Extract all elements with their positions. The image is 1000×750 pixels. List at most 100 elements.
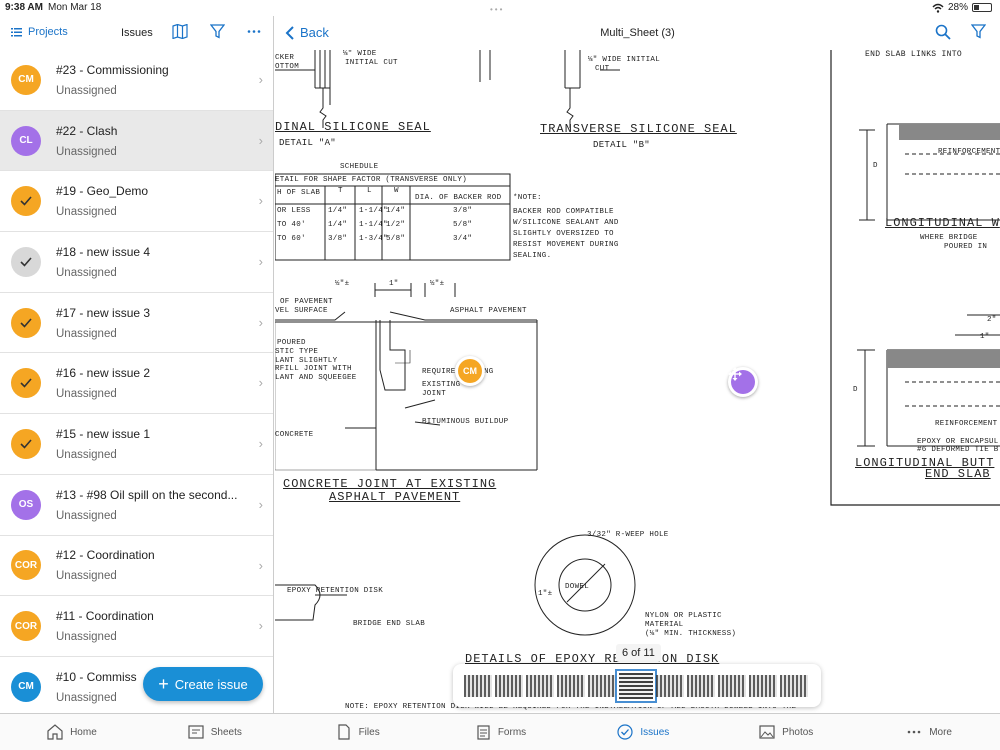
- sheet-thumbnail[interactable]: [718, 674, 746, 697]
- sheet-thumbnail[interactable]: [526, 674, 554, 697]
- list-icon: [11, 28, 22, 37]
- new-issue-pin[interactable]: [728, 367, 758, 405]
- issue-avatar: CM: [11, 64, 41, 95]
- dim-d-2: D: [853, 386, 858, 394]
- tab-sheets[interactable]: Sheets: [143, 714, 286, 750]
- schedule-cell: 1/4": [386, 207, 406, 215]
- issue-name: #12 - Coordination: [56, 548, 155, 563]
- issue-assignee: Unassigned: [56, 84, 117, 97]
- sheet-canvas[interactable]: CKER OTTOM ⅛" WIDE INITIAL CUT ⅛" WIDE I…: [275, 50, 1000, 713]
- create-issue-label: Create issue: [174, 676, 248, 692]
- sidebar-title: Issues: [121, 27, 153, 39]
- sheet-thumbnail-strip[interactable]: [453, 664, 821, 707]
- label-ottom: OTTOM: [275, 63, 300, 71]
- note-label: *NOTE:: [513, 194, 542, 202]
- schedule-cell: 3/8": [453, 207, 473, 215]
- schedule-cell: 5/8": [453, 221, 473, 229]
- label-initial-cut-a: INITIAL CUT: [345, 59, 398, 67]
- tab-files[interactable]: Files: [286, 714, 429, 750]
- issue-list-item[interactable]: #19 - Geo_Demo Unassigned ›: [0, 171, 273, 233]
- tab-more[interactable]: More: [857, 714, 1000, 750]
- note-line: RESIST MOVEMENT DURING: [513, 241, 619, 249]
- issue-assignee: Unassigned: [56, 145, 117, 158]
- tab-label: Forms: [497, 726, 527, 738]
- filter-icon[interactable]: [210, 24, 225, 39]
- schedule-cell: 3/8": [328, 235, 348, 243]
- dim-one-1: 1": [389, 280, 399, 288]
- issue-list-item[interactable]: COR #12 - Coordination Unassigned ›: [0, 536, 273, 597]
- sheet-thumbnail[interactable]: [656, 674, 684, 697]
- label-epoxy-retention: EPOXY RETENTION DISK: [287, 587, 384, 595]
- projects-button[interactable]: Projects: [11, 26, 68, 38]
- issue-pin-cm[interactable]: CM: [455, 356, 485, 394]
- issue-list-item[interactable]: OS #13 - #98 Oil spill on the second... Un…: [0, 475, 273, 536]
- issue-name: #18 - new issue 4: [56, 244, 151, 259]
- issue-text: #12 - Coordination Unassigned: [56, 548, 256, 582]
- more-options-icon[interactable]: [247, 24, 261, 39]
- status-right: 28%: [932, 2, 992, 13]
- schedule-cell: 3/4": [453, 235, 473, 243]
- issue-text: #13 - #98 Oil spill on the second... Unas…: [56, 488, 256, 522]
- schedule-cell: OR LESS: [277, 207, 311, 215]
- tab-photos[interactable]: Photos: [714, 714, 857, 750]
- issue-list: CM #23 - Commissioning Unassigned › CL #22 - …: [0, 50, 273, 713]
- issue-list-item[interactable]: #17 - new issue 3 Unassigned ›: [0, 293, 273, 354]
- sheet-thumbnail[interactable]: [495, 674, 523, 697]
- issue-avatar: COR: [11, 550, 41, 581]
- schedule-cell: 1/2": [386, 221, 406, 229]
- title-end-slab: END SLAB: [925, 467, 991, 481]
- chevron-right-icon: ›: [258, 618, 263, 634]
- multitask-grabber-icon[interactable]: •••: [490, 5, 504, 14]
- tab-label: Home: [70, 726, 97, 738]
- label-cut-b: CUT: [595, 65, 610, 73]
- tab-label: Issues: [640, 726, 670, 738]
- note-line: SLIGHTLY OVERSIZED TO: [513, 230, 614, 238]
- issue-list-item[interactable]: #16 - new issue 2 Unassigned ›: [0, 353, 273, 415]
- sheet-thumbnail[interactable]: [588, 674, 616, 697]
- sheet-thumbnail[interactable]: [749, 674, 777, 697]
- search-icon[interactable]: [935, 24, 951, 40]
- plus-icon: +: [158, 674, 169, 694]
- filter-icon[interactable]: [971, 24, 986, 39]
- issue-assignee: Unassigned: [56, 388, 117, 401]
- chevron-right-icon: ›: [258, 557, 263, 573]
- schedule-title: SCHEDULE: [340, 163, 379, 171]
- schedule-col-dia: DIA. OF BACKER ROD: [415, 194, 502, 202]
- sheet-thumbnail[interactable]: [687, 674, 715, 697]
- tab-forms[interactable]: Forms: [429, 714, 572, 750]
- label-rfill-joint: RFILL JOINT WITH: [275, 365, 352, 373]
- title-longitudinal-w: LONGITUDINAL W: [885, 216, 1000, 230]
- more-icon: [907, 730, 921, 734]
- sheet-thumbnail[interactable]: [557, 674, 585, 697]
- map-icon[interactable]: [172, 24, 188, 39]
- pin-head: [728, 367, 758, 397]
- battery-percent: 28%: [947, 2, 968, 13]
- title-concrete-joint: CONCRETE JOINT AT EXISTING: [283, 477, 497, 491]
- issue-list-item[interactable]: CM #23 - Commissioning Unassigned ›: [0, 50, 273, 111]
- dim-half-2: ½"±: [430, 280, 445, 288]
- create-issue-button[interactable]: + Create issue: [143, 667, 263, 701]
- label-reinforcement-2: REINFORCEMENT: [935, 420, 998, 428]
- issue-assignee: Unassigned: [56, 631, 117, 644]
- label-ng: NG: [484, 368, 494, 376]
- issue-name: #15 - new issue 1: [56, 426, 151, 441]
- issue-list-item[interactable]: #15 - new issue 1 Unassigned ›: [0, 414, 273, 475]
- tab-issues[interactable]: Issues: [571, 714, 714, 750]
- status-check-icon: [11, 186, 41, 217]
- tab-home[interactable]: Home: [0, 714, 143, 750]
- chevron-right-icon: ›: [258, 193, 263, 209]
- sheet-thumbnail[interactable]: [780, 674, 808, 697]
- label-top-right-fragment: END SLAB LINKS INTO: [865, 50, 962, 59]
- sheet-thumbnail[interactable]: [464, 674, 492, 697]
- issue-text: #22 - Clash Unassigned: [56, 124, 256, 158]
- issue-name: #13 - #98 Oil spill on the second...: [56, 487, 238, 502]
- issue-list-item[interactable]: COR #11 - Coordination Unassigned ›: [0, 596, 273, 657]
- title-asphalt-pavement: ASPHALT PAVEMENT: [329, 490, 461, 504]
- issue-list-item[interactable]: #18 - new issue 4 Unassigned ›: [0, 232, 273, 293]
- current-sheet-thumbnail[interactable]: [615, 668, 657, 703]
- issue-list-item[interactable]: CL #22 - Clash Unassigned ›: [0, 110, 273, 172]
- label-bituminous: BITUMINOUS BUILDUP: [422, 418, 509, 426]
- schedule-cell: 1-1/4": [359, 207, 388, 215]
- status-time: 9:38 AM: [5, 2, 43, 13]
- issues-sidebar: Projects Issues CM #23 - Commissioning Una…: [0, 16, 274, 713]
